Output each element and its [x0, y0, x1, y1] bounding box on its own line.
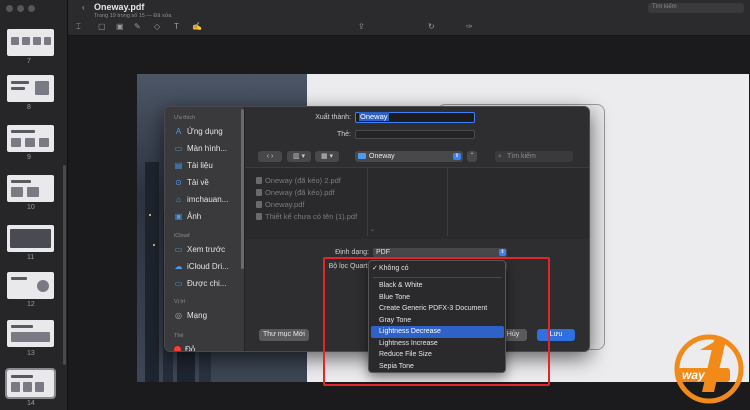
red-tag-icon: [174, 345, 181, 351]
file-browser: Oneway (đã kéo) 2.pdf Oneway (đã kéo).pd…: [245, 167, 589, 239]
page-thumbnail[interactable]: [7, 125, 54, 152]
group-button[interactable]: ▦ ▾: [315, 151, 339, 162]
redact-icon[interactable]: ▣: [116, 22, 124, 31]
document-title: Oneway.pdf: [94, 2, 145, 12]
back-forward-buttons[interactable]: ‹ ›: [258, 151, 282, 162]
dialog-search-input[interactable]: ⌕ Tìm kiếm: [495, 151, 573, 162]
sidebar-toggle-icon[interactable]: ‹: [82, 3, 85, 12]
network-icon: ◎: [175, 310, 182, 320]
folder-icon: [358, 153, 366, 159]
sidebar-item-home[interactable]: ⌂ imchauan...: [174, 193, 244, 205]
chevron-updown-icon: ⇕: [453, 153, 461, 160]
file-item[interactable]: Oneway (đã kéo) 2.pdf: [256, 176, 341, 185]
page-thumbnail[interactable]: [7, 225, 54, 252]
page-thumbnail[interactable]: [7, 75, 54, 102]
preview-window: 7 8 9 10 11 12 13 14 ‹ Oneway.pdf Trang …: [0, 0, 750, 410]
oneway-logo: way: [674, 334, 744, 404]
pdf-file-icon: [256, 201, 262, 208]
shared-folder-icon: ▭: [174, 278, 183, 288]
text-select-icon[interactable]: ⌶: [76, 22, 81, 32]
highlight-annotation-box: [323, 257, 550, 386]
download-icon: ⊙: [175, 177, 182, 187]
markup-icon[interactable]: ✑: [466, 22, 473, 31]
dialog-sidebar: Ưa thích A Ứng dụng ▭ Màn hình... ▤ Tài liệ…: [165, 107, 245, 351]
shapes-icon[interactable]: ◇: [154, 22, 160, 31]
sidebar-scrollbar[interactable]: [241, 109, 244, 269]
column-divider[interactable]: [367, 168, 368, 236]
page-number: 14: [27, 400, 35, 407]
chevron-down-icon: ⌄: [370, 227, 376, 233]
locations-header: Vị trí: [174, 299, 186, 305]
svg-text:way: way: [682, 368, 706, 382]
sidebar-item-preview-folder[interactable]: ▭ Xem trước: [174, 243, 244, 255]
sidebar-item-network[interactable]: ◎ Mạng: [174, 309, 244, 321]
pdf-file-icon: [256, 189, 262, 196]
sketch-icon[interactable]: ✎: [134, 22, 141, 31]
rectangle-select-icon[interactable]: ▢: [98, 22, 106, 31]
sidebar-item-desktop[interactable]: ▭ Màn hình...: [174, 142, 244, 154]
pdf-file-icon: [256, 177, 262, 184]
sign-icon[interactable]: ✍: [192, 22, 202, 31]
photos-icon: ▣: [174, 211, 183, 221]
chevron-updown-icon: ⇕: [499, 249, 506, 256]
sidebar-item-pictures[interactable]: ▣ Ảnh: [174, 210, 244, 222]
icloud-icon: ☁: [174, 261, 183, 271]
sidebar-item-downloads[interactable]: ⊙ Tải về: [174, 176, 244, 188]
pdf-file-icon: [256, 213, 262, 220]
close-window-button[interactable]: [6, 5, 13, 12]
toolbar-search-input[interactable]: Tìm kiếm: [648, 3, 744, 13]
home-icon: ⌂: [176, 194, 181, 204]
tags-label: Thẻ:: [336, 131, 351, 138]
page-thumbnail[interactable]: [7, 29, 54, 56]
file-item[interactable]: Oneway (đã kéo).pdf: [256, 188, 335, 197]
page-thumbnail[interactable]: [7, 272, 54, 299]
page-thumbnail-selected[interactable]: [5, 368, 56, 399]
textbox-icon[interactable]: T: [174, 22, 179, 31]
new-folder-button[interactable]: Thư mục Mới: [259, 329, 309, 341]
sidebar-item-documents[interactable]: ▤ Tài liệu: [174, 159, 244, 171]
search-icon: ⌕: [498, 153, 502, 160]
sidebar-item-applications[interactable]: A Ứng dụng: [174, 125, 244, 137]
tags-input[interactable]: [355, 130, 475, 139]
page-number: 7: [27, 58, 31, 65]
format-popup[interactable]: PDF ⇕: [373, 248, 507, 257]
collapse-button[interactable]: ⌃: [467, 151, 477, 162]
page-number: 13: [27, 350, 35, 357]
toolbar: ‹ Oneway.pdf Trang 19 trong số 15 — Đã s…: [68, 0, 750, 36]
share-icon[interactable]: ⇪: [358, 22, 365, 31]
save-as-label: Xuất thành:: [315, 114, 351, 121]
column-divider[interactable]: [447, 168, 448, 236]
page-thumbnail[interactable]: [7, 175, 54, 202]
tags-header: Thẻ: [174, 333, 184, 339]
document-subtitle: Trang 19 trong số 15 — Đã sửa: [94, 13, 172, 19]
sidebar-item-shared[interactable]: ▭ Được chi...: [174, 277, 244, 289]
page-number: 9: [27, 154, 31, 161]
page-number: 10: [27, 204, 35, 211]
document-icon: ▤: [174, 160, 183, 170]
file-item[interactable]: Thiết kế chưa có tên (1).pdf: [256, 212, 357, 221]
desktop-icon: ▭: [174, 143, 183, 153]
thumbnail-sidebar: 7 8 9 10 11 12 13 14: [0, 0, 68, 410]
location-popup[interactable]: Oneway ⇕: [355, 151, 463, 162]
page-number: 12: [27, 301, 35, 308]
rotate-icon[interactable]: ↻: [428, 22, 435, 31]
folder-icon: ▭: [174, 244, 183, 254]
view-mode-button[interactable]: ▥ ▾: [287, 151, 311, 162]
apps-icon: A: [175, 126, 182, 136]
zoom-window-button[interactable]: [28, 5, 35, 12]
favorites-header: Ưa thích: [174, 115, 196, 121]
page-number: 8: [27, 104, 31, 111]
thumbnail-scrollbar[interactable]: [63, 165, 66, 365]
sidebar-item-tag-red[interactable]: Đỏ: [174, 343, 244, 351]
sidebar-item-icloud-drive[interactable]: ☁ iCloud Dri...: [174, 260, 244, 272]
page-number: 11: [27, 254, 35, 261]
save-as-input[interactable]: Oneway: [355, 112, 475, 123]
icloud-header: iCloud: [174, 233, 190, 239]
page-thumbnail[interactable]: [7, 320, 54, 347]
file-item[interactable]: Oneway.pdf: [256, 200, 304, 209]
format-label: Định dạng:: [335, 249, 369, 256]
minimize-window-button[interactable]: [17, 5, 24, 12]
